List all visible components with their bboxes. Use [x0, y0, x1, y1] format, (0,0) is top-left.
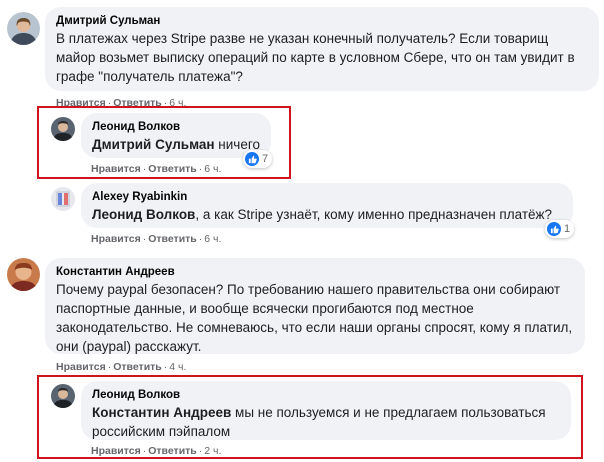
mention-link[interactable]: Леонид Волков [92, 207, 195, 222]
comment-text-body: , а как Stripe узнаёт, кому именно предн… [195, 207, 553, 222]
avatar[interactable] [51, 117, 75, 141]
like-link[interactable]: Нравится [91, 163, 141, 175]
like-link[interactable]: Нравится [91, 233, 141, 245]
timestamp[interactable]: 4 ч. [169, 361, 186, 373]
like-link[interactable]: Нравится [91, 445, 141, 457]
comment-actions: Нравится · Ответить · 4 ч. [56, 360, 186, 374]
comment-bubble: Леонид Волков Дмитрий Сульман ничего [81, 113, 271, 158]
comment-author[interactable]: Леонид Волков [92, 388, 560, 403]
comment-text: Почему paypal безопасен? По требованию н… [56, 282, 573, 354]
comment-author[interactable]: Alexey Ryabinkin [92, 190, 562, 205]
reaction-number: 7 [262, 153, 269, 165]
like-link[interactable]: Нравится [56, 361, 106, 373]
mention-link[interactable]: Дмитрий Сульман [92, 137, 215, 152]
comment-author[interactable]: Константин Андреев [56, 265, 574, 280]
avatar[interactable] [51, 384, 75, 408]
timestamp[interactable]: 2 ч. [204, 445, 221, 457]
thumbs-up-icon [547, 222, 561, 236]
reply-link[interactable]: Ответить [113, 361, 162, 373]
comment-text: Дмитрий Сульман ничего [92, 135, 260, 154]
avatar[interactable] [7, 12, 40, 45]
comment-author[interactable]: Дмитрий Сульман [56, 14, 588, 29]
separator: · [142, 163, 147, 175]
comment-actions: Нравится · Ответить · 2 ч. [91, 444, 221, 458]
comment-text: Константин Андреев мы не пользуемся и не… [92, 403, 560, 441]
mention-link[interactable]: Константин Андреев [92, 405, 231, 420]
comment-actions: Нравится · Ответить · 6 ч. [91, 232, 221, 246]
comment-text: Леонид Волков, а как Stripe узнаёт, кому… [92, 205, 562, 224]
separator: · [107, 361, 112, 373]
reply-link[interactable]: Ответить [148, 233, 197, 245]
comment-bubble: Леонид Волков Константин Андреев мы не п… [81, 381, 571, 440]
avatar[interactable] [51, 187, 75, 211]
reaction-number: 1 [564, 223, 571, 235]
separator: · [198, 445, 203, 457]
separator: · [198, 163, 203, 175]
comment-text: В платежах через Stripe разве не указан … [56, 31, 575, 84]
comment-bubble: Alexey Ryabinkin Леонид Волков, а как St… [81, 183, 573, 228]
comment-author[interactable]: Леонид Волков [92, 120, 260, 135]
avatar[interactable] [7, 258, 40, 291]
separator: · [163, 361, 168, 373]
reaction-count[interactable]: 1 [545, 220, 575, 238]
reply-link[interactable]: Ответить [148, 163, 197, 175]
separator: · [142, 445, 147, 457]
thumbs-up-icon [245, 152, 259, 166]
comment-bubble: Дмитрий Сульман В платежах через Stripe … [45, 7, 599, 91]
separator: · [142, 233, 147, 245]
comment-bubble: Константин Андреев Почему paypal безопас… [45, 258, 585, 354]
reply-link[interactable]: Ответить [148, 445, 197, 457]
reaction-count[interactable]: 7 [243, 150, 273, 168]
timestamp[interactable]: 6 ч. [204, 163, 221, 175]
separator: · [198, 233, 203, 245]
timestamp[interactable]: 6 ч. [204, 233, 221, 245]
comment-actions: Нравится · Ответить · 6 ч. [91, 162, 221, 176]
